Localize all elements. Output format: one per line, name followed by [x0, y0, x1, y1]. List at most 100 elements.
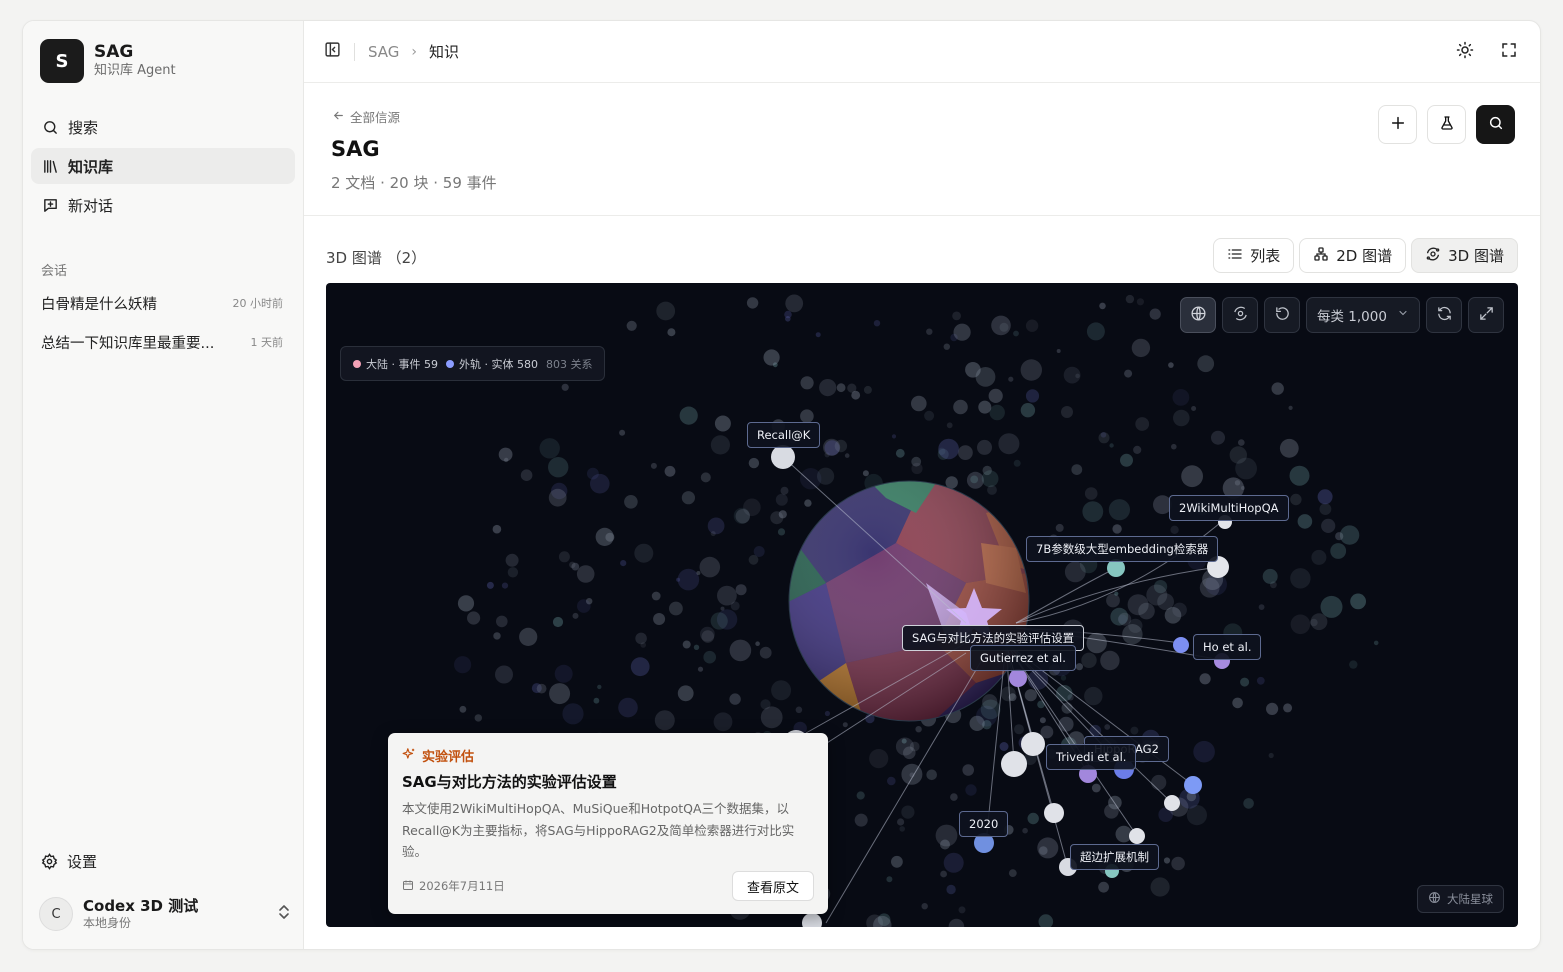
node-label-wiki[interactable]: 2WikiMultiHopQA: [1169, 495, 1289, 521]
chevron-down-icon: [1397, 307, 1409, 323]
card-tag-label: 实验评估: [422, 750, 475, 765]
sidebar: S SAG 知识库 Agent 搜索 知识库 新对话 会话 白骨精是什么妖精 2…: [23, 21, 304, 949]
card-date-text: 2026年7月11日: [419, 879, 505, 893]
sidebar-item-label: 知识库: [68, 157, 114, 176]
node-b[interactable]: [1001, 751, 1027, 777]
node-label-edge[interactable]: 超边扩展机制: [1070, 844, 1159, 870]
reset-icon: [1274, 305, 1291, 326]
node-recall[interactable]: [771, 445, 795, 469]
node-label-gutierrez[interactable]: Gutierrez et al.: [970, 645, 1076, 671]
card-tag: 实验评估: [402, 746, 814, 765]
main-content: SAG › 知识 全部信源 SAG 2 文档 · 20 块 · 59 事件 3D…: [304, 21, 1540, 949]
node-d[interactable]: [1164, 795, 1180, 811]
conversation-item[interactable]: 总结一下知识库里最重要... 1 天前: [31, 325, 295, 359]
tab-3d-graph[interactable]: 3D 图谱: [1411, 238, 1518, 273]
arrow-left-icon: [332, 109, 345, 125]
node-c[interactable]: [1184, 776, 1202, 794]
planet-view-button[interactable]: [1180, 297, 1216, 333]
tab-list[interactable]: 列表: [1213, 238, 1295, 273]
graph-toolbar: 每类 1,000: [1180, 297, 1504, 333]
top-bar: SAG › 知识: [304, 21, 1540, 83]
node-i[interactable]: [802, 913, 822, 927]
legend-orbit: 外轨 · 实体 580: [445, 356, 538, 372]
calendar-icon: [402, 879, 414, 894]
conversation-time: 20 小时前: [232, 297, 284, 310]
tab-label: 列表: [1250, 247, 1281, 265]
sidebar-item-knowledge[interactable]: 知识库: [31, 148, 295, 184]
expand-icon: [1478, 305, 1495, 326]
graph-legend: 大陆 · 事件 59 外轨 · 实体 580 803 关系: [340, 346, 606, 381]
fullscreen-icon[interactable]: [1500, 41, 1518, 63]
user-name: Codex 3D 测试: [83, 897, 199, 915]
node-f[interactable]: [1129, 828, 1145, 844]
node-gutierrez[interactable]: [1009, 669, 1027, 687]
sidebar-toggle-icon[interactable]: [324, 41, 341, 62]
reset-view-button[interactable]: [1264, 297, 1300, 333]
orbit-dot: [445, 359, 454, 368]
new-chat-icon: [41, 196, 59, 214]
node-label-trivedi[interactable]: Trivedi et al.: [1046, 744, 1137, 770]
sidebar-item-label: 搜索: [68, 118, 99, 137]
graph-3d-icon: [1425, 246, 1441, 266]
node-detail-card: 实验评估 SAG与对比方法的实验评估设置 本文使用2WikiMultiHopQA…: [388, 733, 828, 914]
sidebar-item-label: 新对话: [68, 196, 114, 215]
conversations-label: 会话: [41, 264, 68, 279]
node-label-year[interactable]: 2020: [959, 811, 1009, 837]
legend-relations: 803 关系: [545, 357, 593, 371]
globe-icon: [1428, 891, 1441, 907]
node-e[interactable]: [1044, 803, 1064, 823]
card-title: SAG与对比方法的实验评估设置: [402, 773, 617, 791]
node-label-ho[interactable]: Ho et al.: [1193, 634, 1262, 660]
orbit-view-button[interactable]: [1222, 297, 1258, 333]
search-button[interactable]: [1476, 105, 1515, 144]
settings-button[interactable]: 设置: [31, 843, 295, 879]
user-menu[interactable]: C Codex 3D 测试 本地身份: [39, 893, 291, 935]
back-label: 全部信源: [350, 110, 401, 125]
orbit-icon: [1232, 305, 1249, 326]
conversation-title: 总结一下知识库里最重要...: [41, 335, 215, 352]
brand[interactable]: S SAG 知识库 Agent: [40, 39, 176, 83]
per-type-select[interactable]: 每类 1,000: [1306, 297, 1420, 333]
node-label-embed[interactable]: 7B参数级大型embedding检索器: [1026, 536, 1219, 562]
node-label-recall[interactable]: Recall@K: [747, 422, 821, 448]
tab-2d-graph[interactable]: 2D 图谱: [1299, 238, 1407, 273]
conversation-title: 白骨精是什么妖精: [41, 296, 157, 313]
chevron-up-down-icon: [277, 904, 291, 924]
experiment-button[interactable]: [1427, 105, 1466, 144]
continent-planet[interactable]: [786, 478, 1036, 728]
brand-name: SAG: [94, 42, 134, 62]
planet-badge: 大陆星球: [1417, 885, 1504, 913]
expand-graph-button[interactable]: [1468, 297, 1504, 333]
gear-icon: [41, 852, 58, 870]
continent-dot: [353, 359, 361, 368]
sidebar-item-search[interactable]: 搜索: [31, 109, 295, 145]
tab-label: 2D 图谱: [1336, 247, 1393, 265]
breadcrumb-root[interactable]: SAG: [368, 43, 399, 61]
refresh-icon: [1436, 305, 1453, 326]
view-tabs: 列表 2D 图谱 3D 图谱: [1213, 238, 1518, 273]
card-date: 2026年7月11日: [402, 878, 505, 894]
page-stats: 2 文档 · 20 块 · 59 事件: [331, 174, 497, 192]
refresh-button[interactable]: [1426, 297, 1462, 333]
card-body: 本文使用2WikiMultiHopQA、MuSiQue和HotpotQA三个数据…: [402, 801, 795, 859]
tab-label: 3D 图谱: [1448, 247, 1504, 265]
brand-subtitle: 知识库 Agent: [94, 63, 176, 78]
sparkle-icon: [402, 747, 416, 765]
globe-icon: [1190, 305, 1207, 326]
sidebar-item-new-chat[interactable]: 新对话: [31, 187, 295, 223]
flask-icon: [1439, 115, 1455, 135]
back-link[interactable]: 全部信源: [332, 107, 400, 126]
theme-toggle-icon[interactable]: [1456, 41, 1474, 63]
per-type-value: 每类 1,000: [1317, 309, 1387, 325]
legend-continent: 大陆 · 事件 59: [353, 356, 438, 372]
planet-badge-label: 大陆星球: [1447, 892, 1493, 906]
list-icon: [1227, 246, 1243, 266]
sidebar-nav: 搜索 知识库 新对话: [31, 109, 295, 226]
graph-3d-canvas[interactable]: 大陆 · 事件 59 外轨 · 实体 580 803 关系 每类 1,000 R…: [326, 283, 1518, 927]
node-a[interactable]: [1021, 732, 1045, 756]
add-button[interactable]: [1378, 105, 1417, 144]
node-ho[interactable]: [1173, 637, 1189, 653]
view-source-button[interactable]: 查看原文: [731, 871, 814, 901]
conversation-item[interactable]: 白骨精是什么妖精 20 小时前: [31, 286, 295, 320]
library-icon: [41, 157, 59, 175]
